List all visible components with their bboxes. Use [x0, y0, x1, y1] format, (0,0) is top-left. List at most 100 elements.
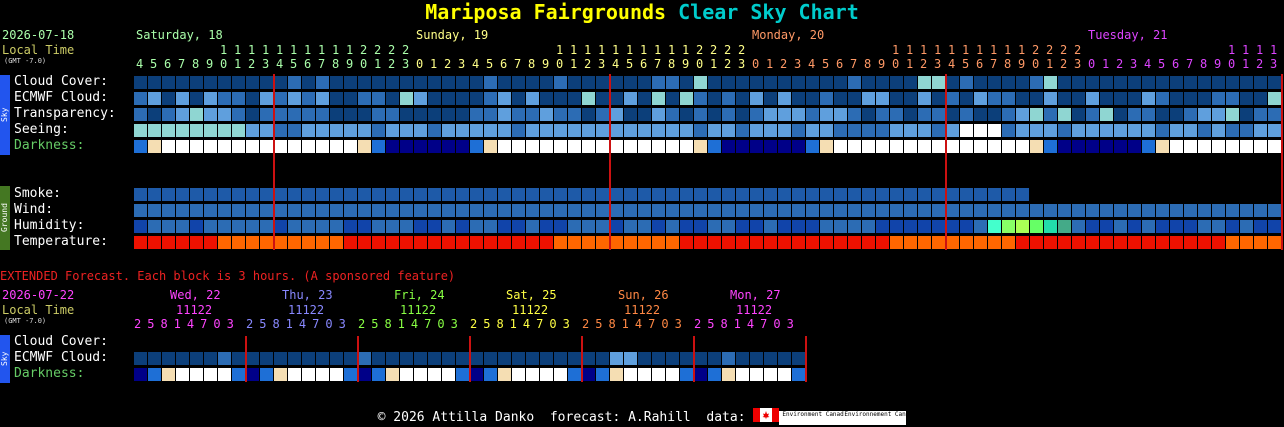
hour-ones-digit: 7: [990, 57, 998, 71]
hour-ones-digit: 8: [668, 57, 676, 71]
grid-cell-temperature: [1044, 236, 1057, 249]
grid-cell-transparency: [1128, 108, 1141, 121]
hour-tens-digit: 1: [346, 43, 354, 57]
grid-cell-transparency: [1240, 108, 1253, 121]
hour-tens-digit: 1: [920, 43, 928, 57]
grid-cell-wind: [1268, 204, 1281, 217]
grid-cell-smoke: [736, 188, 749, 201]
grid-cell-humidity: [484, 220, 497, 233]
hour-ones-digit: 3: [1130, 57, 1138, 71]
grid-cell-humidity: [442, 220, 455, 233]
grid-cell-temperature: [1254, 236, 1267, 249]
grid-cell-ecmwf-cloud: [134, 92, 147, 105]
grid-cell-ecmwf-cloud: [1268, 92, 1281, 105]
extended-cell-ecmwf-cloud: [414, 352, 427, 365]
extended-cell-darkness: [694, 368, 707, 381]
grid-cell-temperature: [708, 236, 721, 249]
hour-ones-digit: 2: [248, 57, 256, 71]
hour-ones-digit: 0: [556, 57, 564, 71]
extended-hour-ones: 25814703: [582, 317, 688, 331]
canada-flag-icon[interactable]: [753, 408, 780, 427]
grid-cell-transparency: [652, 108, 665, 121]
extended-cell-darkness: [624, 368, 637, 381]
grid-cell-wind: [232, 204, 245, 217]
grid-cell-darkness: [638, 140, 651, 153]
grid-cell-smoke: [484, 188, 497, 201]
hour-ones-digit: 2: [388, 57, 396, 71]
grid-cell-cloud-cover: [1114, 76, 1127, 89]
grid-cell-wind: [792, 204, 805, 217]
grid-cell-wind: [400, 204, 413, 217]
grid-cell-cloud-cover: [974, 76, 987, 89]
grid-cell-temperature: [176, 236, 189, 249]
grid-cell-humidity: [414, 220, 427, 233]
grid-cell-smoke: [666, 188, 679, 201]
extended-cell-ecmwf-cloud: [694, 352, 707, 365]
grid-cell-seeing: [274, 124, 287, 137]
grid-cell-wind: [540, 204, 553, 217]
grid-cell-transparency: [988, 108, 1001, 121]
hour-tens-digit: 1: [962, 43, 970, 57]
grid-cell-humidity: [974, 220, 987, 233]
row-label-temperature: Temperature:: [14, 234, 108, 249]
grid-cell-transparency: [596, 108, 609, 121]
extended-hour-ones: 25814703: [134, 317, 240, 331]
grid-cell-smoke: [918, 188, 931, 201]
grid-cell-ecmwf-cloud: [624, 92, 637, 105]
environment-canada-logo[interactable]: Environment Canada: [779, 410, 847, 425]
grid-cell-wind: [1142, 204, 1155, 217]
grid-cell-darkness: [302, 140, 315, 153]
extended-cell-ecmwf-cloud: [638, 352, 651, 365]
grid-cell-transparency: [778, 108, 791, 121]
grid-cell-humidity: [834, 220, 847, 233]
grid-cell-cloud-cover: [1030, 76, 1043, 89]
hour-ones-digit: 5: [962, 57, 970, 71]
grid-cell-wind: [414, 204, 427, 217]
grid-cell-seeing: [218, 124, 231, 137]
hour-ones-digit: 0: [1032, 57, 1040, 71]
grid-cell-temperature: [1072, 236, 1085, 249]
grid-cell-temperature: [1170, 236, 1183, 249]
grid-cell-smoke: [624, 188, 637, 201]
forecast-date: 2026-07-18: [2, 28, 75, 42]
grid-cell-cloud-cover: [414, 76, 427, 89]
hour-ones-digit: 2: [444, 57, 452, 71]
extended-cell-ecmwf-cloud: [554, 352, 567, 365]
grid-cell-temperature: [456, 236, 469, 249]
grid-cell-cloud-cover: [1170, 76, 1183, 89]
grid-cell-wind: [834, 204, 847, 217]
hour-ones-digit: 4: [948, 57, 956, 71]
grid-cell-smoke: [246, 188, 259, 201]
grid-cell-wind: [526, 204, 539, 217]
grid-cell-ecmwf-cloud: [722, 92, 735, 105]
hour-tens-digit: 1: [584, 43, 592, 57]
grid-cell-temperature: [134, 236, 147, 249]
grid-cell-darkness: [1002, 140, 1015, 153]
hour-ones-digit: 7: [318, 57, 326, 71]
grid-cell-smoke: [820, 188, 833, 201]
grid-cell-wind: [148, 204, 161, 217]
grid-cell-ecmwf-cloud: [932, 92, 945, 105]
extended-day-divider: [693, 336, 695, 382]
grid-cell-darkness: [134, 140, 147, 153]
grid-cell-humidity: [876, 220, 889, 233]
grid-cell-transparency: [344, 108, 357, 121]
grid-cell-darkness: [176, 140, 189, 153]
extended-cell-darkness: [764, 368, 777, 381]
grid-cell-cloud-cover: [246, 76, 259, 89]
grid-cell-transparency: [946, 108, 959, 121]
hour-ones-digit: 1: [710, 57, 718, 71]
grid-cell-seeing: [232, 124, 245, 137]
grid-cell-transparency: [582, 108, 595, 121]
hour-ones-digit: 0: [892, 57, 900, 71]
environnement-canada-logo[interactable]: Environnement Canada: [844, 410, 917, 425]
grid-cell-transparency: [792, 108, 805, 121]
row-label-cloud-cover: Cloud Cover:: [14, 74, 108, 89]
grid-cell-seeing: [162, 124, 175, 137]
hour-ones-digit: 0: [1228, 57, 1236, 71]
grid-cell-temperature: [820, 236, 833, 249]
grid-cell-cloud-cover: [148, 76, 161, 89]
hour-tens-digit: 2: [402, 43, 410, 57]
extended-hour-tens: 11122: [400, 303, 437, 317]
extended-cell-ecmwf-cloud: [680, 352, 693, 365]
